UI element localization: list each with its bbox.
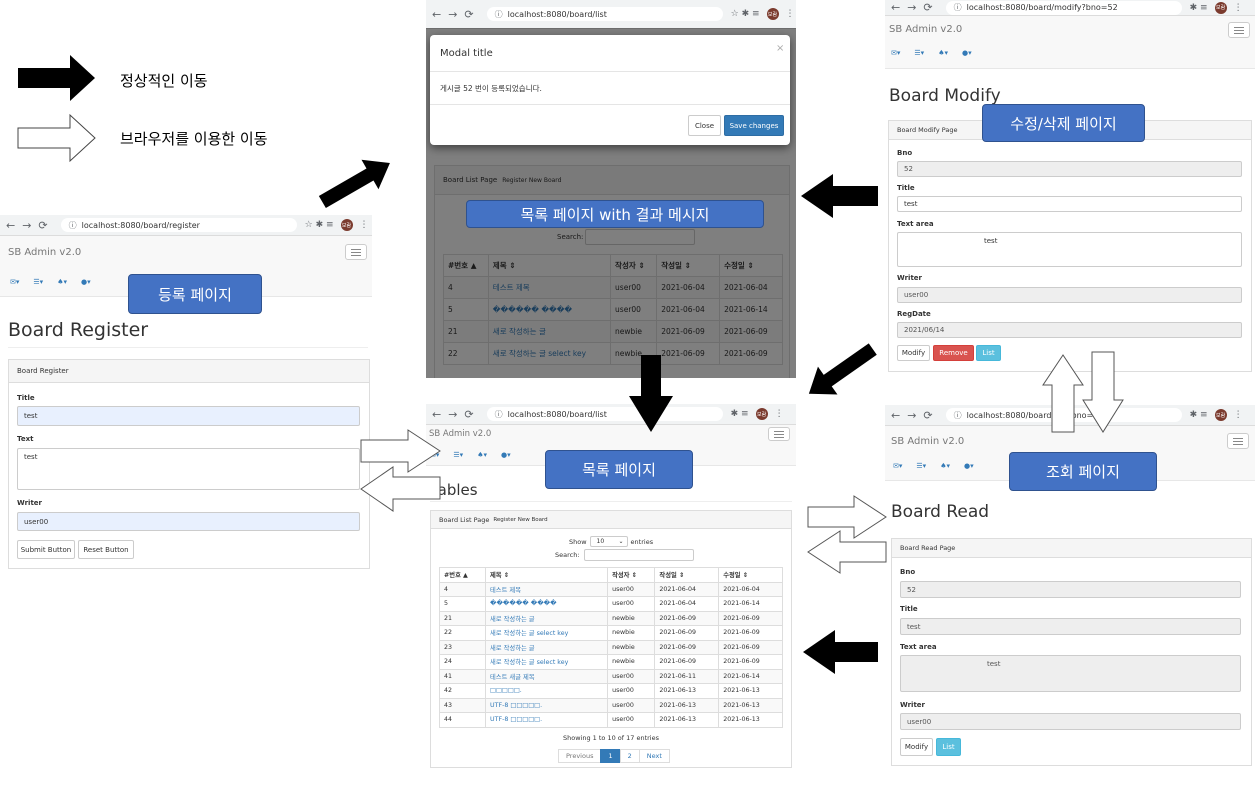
hollow-arrow-read-to-modify: [1042, 354, 1084, 433]
hollow-arrow-list-to-read: [807, 495, 887, 539]
hollow-arrow-list-to-register: [360, 466, 441, 512]
arrow-read-to-list: [803, 630, 878, 674]
callout-read: 조회 페이지: [1009, 452, 1157, 491]
arrow-register-to-list: [318, 159, 390, 209]
hollow-arrow-register-to-list: [360, 429, 441, 473]
callout-register: 등록 페이지: [128, 274, 262, 314]
legend-solid-arrow: [18, 55, 95, 101]
hollow-arrow-modify-to-read: [1082, 351, 1124, 433]
arrow-modify-to-list: [801, 174, 878, 218]
callout-list-result: 목록 페이지 with 결과 메시지: [466, 200, 764, 228]
legend-hollow-arrow: [17, 113, 96, 163]
arrow-modify-to-list-diag: [808, 343, 877, 395]
hollow-arrow-read-to-list: [807, 530, 887, 574]
callout-list: 목록 페이지: [545, 450, 693, 489]
callout-modify: 수정/삭제 페이지: [982, 104, 1145, 142]
arrow-modal-to-list: [629, 355, 673, 432]
